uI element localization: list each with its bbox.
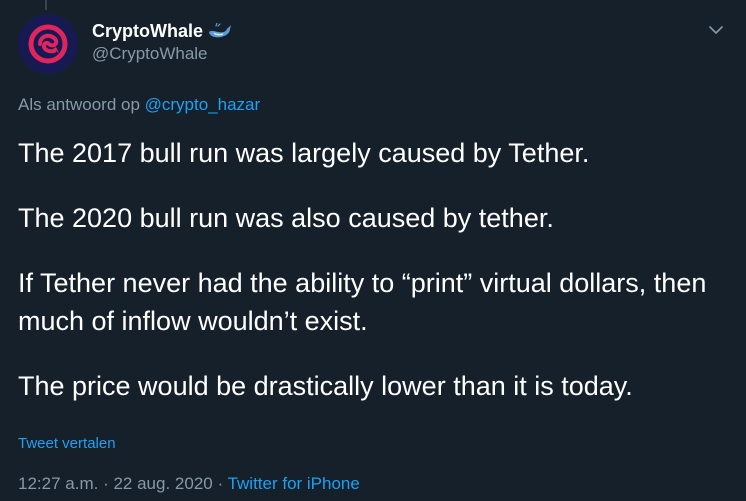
meta-separator: ·	[103, 474, 109, 493]
tweet-source-link[interactable]: Twitter for iPhone	[228, 474, 360, 493]
tweet-paragraph: If Tether never had the ability to “prin…	[18, 268, 707, 336]
tweet-metadata: 12:27 a.m. · 22 aug. 2020 · Twitter for …	[18, 473, 360, 495]
avatar[interactable]	[18, 14, 78, 74]
chevron-down-icon[interactable]	[706, 20, 726, 40]
cryptowhale-logo-icon	[28, 24, 68, 64]
tweet-header: CryptoWhale @CryptoWhale	[18, 14, 232, 74]
tweet-paragraph: The price would be drastically lower tha…	[18, 371, 633, 401]
whale-icon	[208, 23, 232, 39]
reply-mention-link[interactable]: @crypto_hazar	[145, 95, 261, 114]
translate-tweet-link[interactable]: Tweet vertalen	[18, 434, 116, 454]
thread-connector-line	[45, 0, 47, 10]
display-name[interactable]: CryptoWhale	[92, 20, 203, 42]
display-name-row: CryptoWhale	[92, 20, 232, 42]
tweet-paragraph: The 2020 bull run was also caused by tet…	[18, 203, 554, 233]
tweet-text: The 2017 bull run was largely caused by …	[18, 134, 728, 405]
reply-context: Als antwoord op @crypto_hazar	[18, 94, 260, 116]
tweet-date[interactable]: 22 aug. 2020	[113, 474, 212, 493]
reply-prefix: Als antwoord op	[18, 95, 145, 114]
meta-separator: ·	[217, 474, 224, 493]
tweet-paragraph: The 2017 bull run was largely caused by …	[18, 138, 590, 168]
author-names: CryptoWhale @CryptoWhale	[92, 20, 232, 65]
author-handle[interactable]: @CryptoWhale	[92, 43, 232, 65]
tweet-time[interactable]: 12:27 a.m.	[18, 474, 98, 493]
